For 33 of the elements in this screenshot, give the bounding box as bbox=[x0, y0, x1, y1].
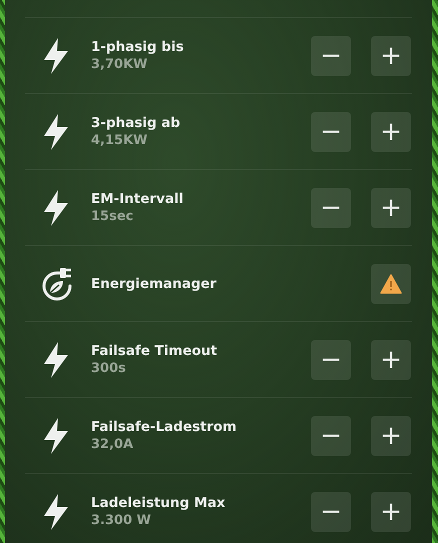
lightning-bolt-icon bbox=[41, 416, 71, 456]
decrease-button[interactable]: − bbox=[311, 112, 351, 152]
increase-button[interactable]: + bbox=[371, 36, 411, 76]
increase-button[interactable]: + bbox=[371, 112, 411, 152]
decrease-button[interactable]: − bbox=[311, 188, 351, 228]
decrease-button[interactable]: − bbox=[311, 36, 351, 76]
decrease-button[interactable]: − bbox=[311, 416, 351, 456]
setting-title: Energiemanager bbox=[91, 274, 218, 292]
setting-value: 32,0A bbox=[91, 436, 134, 454]
increase-button[interactable]: + bbox=[371, 340, 411, 380]
setting-title: 3-phasig ab bbox=[91, 114, 182, 132]
lightning-bolt-icon bbox=[41, 340, 71, 380]
decrease-button[interactable]: − bbox=[311, 492, 351, 532]
increase-button[interactable]: + bbox=[371, 188, 411, 228]
lightning-bolt-icon bbox=[41, 36, 71, 76]
warning-button[interactable] bbox=[371, 264, 411, 304]
decrease-button[interactable]: − bbox=[311, 340, 351, 380]
setting-value: 3.300 W bbox=[91, 512, 152, 530]
setting-value: 300s bbox=[91, 360, 127, 378]
lightning-bolt-icon bbox=[41, 112, 71, 152]
setting-title: Failsafe Timeout bbox=[91, 342, 218, 360]
increase-button[interactable]: + bbox=[371, 492, 411, 532]
setting-title: Ladeleistung Max bbox=[91, 494, 226, 512]
setting-title: EM-Intervall bbox=[91, 190, 184, 208]
setting-value: 15sec bbox=[91, 208, 134, 226]
warning-icon bbox=[380, 274, 402, 294]
setting-value: 3,70KW bbox=[91, 56, 148, 74]
increase-button[interactable]: + bbox=[371, 416, 411, 456]
setting-title: Failsafe-Ladestrom bbox=[91, 418, 238, 436]
lightning-bolt-icon bbox=[41, 188, 71, 228]
lightning-bolt-icon bbox=[41, 492, 71, 532]
setting-value: 4,15KW bbox=[91, 132, 148, 150]
setting-title: 1-phasig bis bbox=[91, 38, 185, 56]
